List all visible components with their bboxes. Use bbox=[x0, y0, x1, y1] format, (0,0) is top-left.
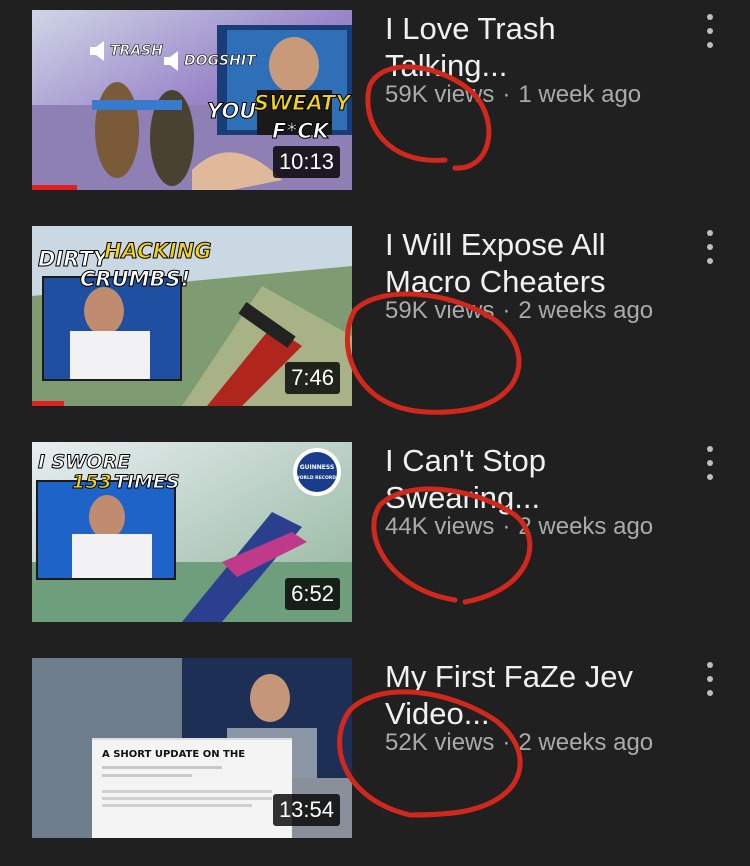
view-count: 59K views bbox=[385, 297, 495, 324]
view-count: 52K views bbox=[385, 729, 495, 756]
badge-text-guinness: GUINNESS bbox=[300, 464, 335, 471]
video-meta: 44K views · 2 weeks ago bbox=[385, 512, 653, 542]
upload-age: 2 weeks ago bbox=[518, 729, 654, 756]
thumb-text-fck: F*CK bbox=[272, 119, 331, 143]
thumb-text-sweaty: SWEATY bbox=[254, 91, 352, 115]
video-thumbnail[interactable]: DIRTY HACKING CRUMBS! 7:46 bbox=[32, 226, 352, 406]
video-title[interactable]: I Can't Stop Swearing... bbox=[385, 442, 685, 516]
view-count: 59K views bbox=[385, 81, 495, 108]
video-title[interactable]: My First FaZe Jev Video... bbox=[385, 658, 685, 732]
meta-separator: · bbox=[502, 297, 511, 324]
video-item[interactable]: GUINNESS WORLD RECORDS I SWORE 153 TIMES… bbox=[0, 432, 750, 648]
video-title[interactable]: I Love Trash Talking... bbox=[385, 10, 685, 84]
video-thumbnail[interactable]: A SHORT UPDATE ON THE 13:54 bbox=[32, 658, 352, 838]
video-title[interactable]: I Will Expose All Macro Cheaters bbox=[385, 226, 685, 300]
upload-age: 1 week ago bbox=[518, 81, 642, 108]
video-duration: 7:46 bbox=[285, 362, 340, 394]
view-count: 44K views bbox=[385, 513, 495, 540]
upload-age: 2 weeks ago bbox=[518, 297, 654, 324]
meta-separator: · bbox=[502, 513, 511, 540]
thumb-text-dogshit: DOGSHIT bbox=[184, 53, 257, 69]
upload-age: 2 weeks ago bbox=[518, 513, 654, 540]
watch-progress-bar bbox=[32, 401, 64, 406]
thumb-text-crumbs: CRUMBS! bbox=[80, 267, 190, 291]
thumb-text-i-swore: I SWORE bbox=[38, 451, 130, 473]
meta-separator: · bbox=[502, 81, 511, 108]
more-vert-icon[interactable] bbox=[697, 444, 723, 482]
watch-progress-bar bbox=[32, 185, 77, 190]
video-thumbnail[interactable]: TRASH DOGSHIT YOU SWEATY F*CK 10:13 bbox=[32, 10, 352, 190]
badge-text-records: WORLD RECORDS bbox=[295, 475, 340, 481]
thumb-text-hacking: HACKING bbox=[104, 239, 212, 263]
video-meta: 59K views · 2 weeks ago bbox=[385, 296, 653, 326]
thumb-text-trash: TRASH bbox=[110, 43, 163, 59]
meta-separator: · bbox=[502, 729, 511, 756]
thumb-text-times: TIMES bbox=[114, 471, 180, 493]
video-item[interactable]: A SHORT UPDATE ON THE 13:54 My First FaZ… bbox=[0, 648, 750, 864]
thumb-text-update: A SHORT UPDATE ON THE bbox=[102, 749, 245, 760]
video-item[interactable]: DIRTY HACKING CRUMBS! 7:46 I Will Expose… bbox=[0, 216, 750, 432]
video-duration: 6:52 bbox=[285, 578, 340, 610]
thumb-text-153: 153 bbox=[72, 471, 112, 493]
thumb-text-you: YOU bbox=[207, 99, 256, 123]
video-duration: 10:13 bbox=[272, 146, 340, 178]
video-item[interactable]: TRASH DOGSHIT YOU SWEATY F*CK 10:13 I Lo… bbox=[0, 0, 750, 216]
video-meta: 52K views · 2 weeks ago bbox=[385, 728, 653, 758]
more-vert-icon[interactable] bbox=[697, 228, 723, 266]
more-vert-icon[interactable] bbox=[697, 660, 723, 698]
video-thumbnail[interactable]: GUINNESS WORLD RECORDS I SWORE 153 TIMES… bbox=[32, 442, 352, 622]
more-vert-icon[interactable] bbox=[697, 12, 723, 50]
video-meta: 59K views · 1 week ago bbox=[385, 80, 641, 110]
video-duration: 13:54 bbox=[272, 794, 340, 826]
